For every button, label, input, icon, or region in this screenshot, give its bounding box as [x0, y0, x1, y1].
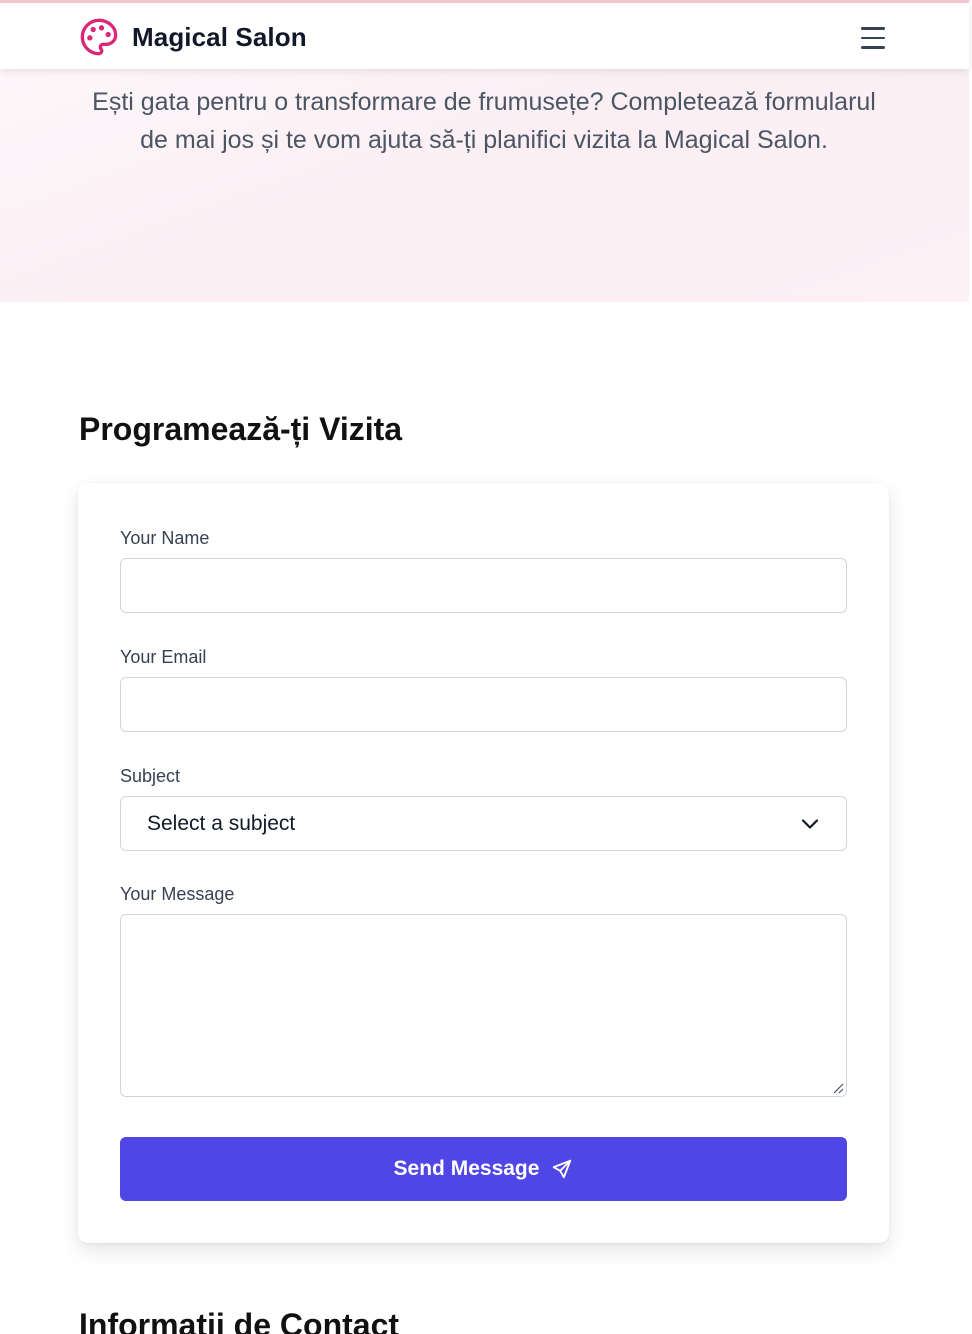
- hero-intro-text: Ești gata pentru o transformare de frumu…: [92, 88, 876, 154]
- page: Magical Salon Ești gata pentru o transfo…: [0, 0, 972, 1334]
- email-label: Your Email: [120, 647, 207, 667]
- brand[interactable]: Magical Salon: [79, 17, 307, 57]
- site-header: Magical Salon: [0, 0, 969, 69]
- subject-selected-value: Select a subject: [147, 811, 296, 835]
- send-message-label: Send Message: [393, 1157, 540, 1180]
- name-label: Your Name: [120, 528, 210, 548]
- palette-icon: [80, 18, 118, 56]
- message-textarea[interactable]: [120, 914, 847, 1097]
- resize-handle-icon[interactable]: [830, 1080, 844, 1094]
- send-message-button[interactable]: Send Message: [120, 1137, 847, 1201]
- booking-section-title: Programează-ți Vizita: [79, 411, 403, 447]
- hamburger-menu-button[interactable]: [858, 24, 888, 52]
- message-label: Your Message: [120, 884, 235, 904]
- hero-section: Ești gata pentru o transformare de frumu…: [0, 69, 969, 302]
- send-icon: [553, 1159, 572, 1179]
- subject-label: Subject: [120, 766, 181, 786]
- subject-select[interactable]: Select a subject: [120, 796, 847, 851]
- booking-form: Your Name Your Email Subject Select a su…: [78, 483, 889, 1243]
- hamburger-menu-icon: [861, 27, 885, 30]
- brand-name: Magical Salon: [132, 21, 307, 52]
- chevron-down-icon: [801, 818, 819, 829]
- name-input[interactable]: [120, 558, 847, 613]
- email-input[interactable]: [120, 677, 847, 732]
- contact-section-title: Informații de Contact: [79, 1307, 400, 1334]
